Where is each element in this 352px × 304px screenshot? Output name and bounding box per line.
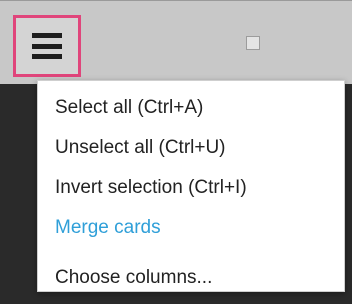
hamburger-menu-button[interactable] (13, 15, 81, 77)
toolbar (0, 0, 352, 84)
menu-item-invert-selection[interactable]: Invert selection (Ctrl+I) (38, 168, 344, 208)
menu-item-unselect-all[interactable]: Unselect all (Ctrl+U) (38, 128, 344, 168)
dropdown-menu: Select all (Ctrl+A) Unselect all (Ctrl+U… (37, 80, 345, 292)
hamburger-menu-icon (32, 33, 62, 59)
menu-item-merge-cards[interactable]: Merge cards (38, 208, 344, 248)
menu-item-choose-columns[interactable]: Choose columns... (38, 258, 344, 298)
select-checkbox[interactable] (246, 36, 260, 50)
menu-item-select-all[interactable]: Select all (Ctrl+A) (38, 88, 344, 128)
